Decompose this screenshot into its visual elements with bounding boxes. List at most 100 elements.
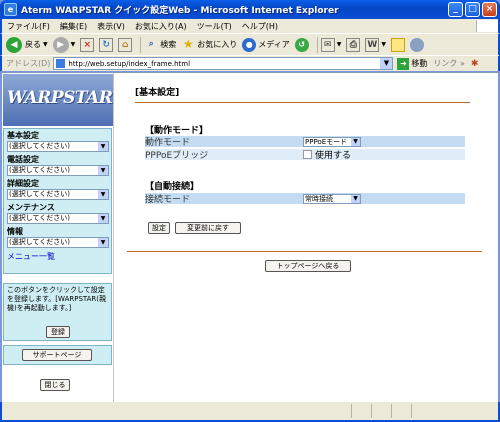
warpstar-logo: WARPSTAR <box>3 74 113 126</box>
minimize-icon[interactable]: _ <box>448 2 463 17</box>
edit-button[interactable]: W ▼ <box>365 37 386 52</box>
revert-button[interactable]: 変更前に戻す <box>175 222 241 234</box>
go-label: 移動 <box>411 59 428 68</box>
chevron-down-icon: ▼ <box>70 41 76 48</box>
address-bar: アドレス(D) http://web.setup/index_frame.htm… <box>0 55 500 71</box>
favorites-button[interactable]: ★ お気に入り <box>181 38 237 52</box>
status-text <box>2 404 352 418</box>
links-button[interactable]: リンク » <box>433 58 464 69</box>
menu-file[interactable]: ファイル(F) <box>2 21 55 32</box>
status-segment <box>392 404 412 418</box>
close-button[interactable]: 閉じる <box>40 379 70 391</box>
address-input[interactable]: http://web.setup/index_frame.html ▼ <box>53 57 394 70</box>
pppoe-bridge-row: PPPoEブリッジ 使用する <box>145 148 465 161</box>
connect-mode-row: 接続モード 常時接続 ▼ <box>145 193 465 205</box>
select-value: (選択してください) <box>9 238 71 246</box>
chevron-down-icon: ▼ <box>98 190 108 199</box>
close-icon[interactable]: × <box>482 2 497 17</box>
menu-view[interactable]: 表示(V) <box>92 21 130 32</box>
chevron-down-icon: ▼ <box>336 41 342 48</box>
search-button[interactable]: ⌕ 検索 <box>144 38 177 52</box>
operation-mode-select[interactable]: PPPoEモード ▼ <box>303 136 361 147</box>
nav-group-maintenance: メンテナンス (選択してください) ▼ <box>7 203 109 224</box>
info-select[interactable]: (選択してください) ▼ <box>7 237 109 248</box>
history-button[interactable]: ↺ <box>294 37 309 52</box>
favorites-label: お気に入り <box>197 40 238 49</box>
go-arrow-icon: ➜ <box>397 57 410 70</box>
connect-mode-select[interactable]: 常時接続 ▼ <box>303 193 361 204</box>
main-frame: [基本設定] 【動作モード】 動作モード PPPoEモード ▼ PPPoEブリッ… <box>115 73 498 403</box>
menu-help[interactable]: ヘルプ(H) <box>237 21 283 32</box>
window-title-bar[interactable]: e Aterm WARPSTAR クイック設定Web - Microsoft I… <box>0 0 500 19</box>
phone-settings-select[interactable]: (選択してください) ▼ <box>7 165 109 176</box>
nav-menu-box: 基本設定 (選択してください) ▼ 電話設定 (選択してください) ▼ 詳細設定… <box>3 128 112 274</box>
history-icon: ↺ <box>294 37 309 52</box>
chevron-down-icon[interactable]: ▼ <box>380 58 393 69</box>
refresh-icon: ↻ <box>99 37 114 52</box>
chevron-down-icon: ▼ <box>43 41 48 48</box>
logo-text: WARPSTAR <box>7 88 113 108</box>
chevron-down-icon: ▼ <box>98 166 108 175</box>
select-value: (選択してください) <box>9 142 71 150</box>
page-title: [基本設定] <box>135 85 470 103</box>
nav-group-basic: 基本設定 (選択してください) ▼ <box>7 131 109 152</box>
connect-mode-value: 常時接続 ▼ <box>303 193 361 204</box>
nav-group-info: 情報 (選択してください) ▼ <box>7 227 109 248</box>
toolbar-separator <box>140 36 142 53</box>
notes-button[interactable] <box>390 37 405 52</box>
chevron-down-icon: ▼ <box>98 142 108 151</box>
status-segment <box>372 404 392 418</box>
divider <box>127 251 482 252</box>
search-label: 検索 <box>160 40 177 49</box>
media-button[interactable]: ● メディア <box>242 37 290 52</box>
operation-mode-label: 動作モード <box>145 138 191 148</box>
select-value: 常時接続 <box>305 194 333 203</box>
menu-favorites[interactable]: お気に入り(A) <box>130 21 192 32</box>
pppoe-bridge-checkbox[interactable] <box>303 150 312 159</box>
support-page-button[interactable]: サポートページ <box>22 349 92 361</box>
stop-button[interactable]: × <box>80 37 95 52</box>
media-icon: ● <box>242 37 257 52</box>
mail-icon: ✉ <box>320 37 335 52</box>
mail-button[interactable]: ✉ ▼ <box>320 37 342 52</box>
stop-icon: × <box>80 37 95 52</box>
pppoe-bridge-label: PPPoEブリッジ <box>145 151 209 161</box>
go-button[interactable]: ➜ 移動 <box>397 57 428 70</box>
advanced-settings-select[interactable]: (選択してください) ▼ <box>7 189 109 200</box>
home-icon: ⌂ <box>118 37 133 52</box>
left-frame: WARPSTAR 基本設定 (選択してください) ▼ 電話設定 (選択してくださ… <box>2 73 114 403</box>
menu-edit[interactable]: 編集(E) <box>55 21 92 32</box>
basic-settings-select[interactable]: (選択してください) ▼ <box>7 141 109 152</box>
toolbar: ◀ 戻る ▼ ▶ ▼ × ↻ ⌂ ⌕ 検索 ★ お気に入り ● メディア ↺ ✉… <box>0 33 500 55</box>
connect-mode-label: 接続モード <box>145 195 191 205</box>
window-controls: _ □ × <box>448 2 497 17</box>
back-button[interactable]: ◀ 戻る ▼ <box>6 36 48 53</box>
edit-icon: W <box>365 37 380 52</box>
extension-icon[interactable]: ✱ <box>471 59 479 69</box>
note-icon <box>390 37 405 52</box>
top-page-button[interactable]: トップページへ戻る <box>265 260 351 272</box>
chevron-down-icon: ▼ <box>98 238 108 247</box>
messenger-button[interactable] <box>409 37 424 52</box>
print-button[interactable]: ⎙ <box>346 37 361 52</box>
operation-mode-row: 動作モード PPPoEモード ▼ <box>145 136 465 148</box>
operation-mode-value: PPPoEモード ▼ <box>303 136 361 147</box>
apply-button[interactable]: 設定 <box>148 222 170 234</box>
home-button[interactable]: ⌂ <box>118 37 133 52</box>
nav-group-title: 電話設定 <box>7 155 39 164</box>
address-label: アドレス(D) <box>6 59 51 68</box>
refresh-button[interactable]: ↻ <box>99 37 114 52</box>
select-value: (選択してください) <box>9 190 71 198</box>
chevron-down-icon: ▼ <box>98 214 108 223</box>
register-button[interactable]: 登録 <box>46 326 70 338</box>
windows-logo-icon <box>476 20 498 32</box>
messenger-icon <box>409 37 424 52</box>
pppoe-bridge-checkbox-label: 使用する <box>315 151 352 161</box>
menu-bar: ファイル(F) 編集(E) 表示(V) お気に入り(A) ツール(T) ヘルプ(… <box>0 19 500 33</box>
forward-button[interactable]: ▶ ▼ <box>52 36 76 53</box>
maximize-icon[interactable]: □ <box>465 2 480 17</box>
menu-tools[interactable]: ツール(T) <box>192 21 237 32</box>
pppoe-bridge-value: 使用する <box>303 148 351 161</box>
maintenance-select[interactable]: (選択してください) ▼ <box>7 213 109 224</box>
menu-list-link[interactable]: メニュー一覧 <box>7 251 108 262</box>
